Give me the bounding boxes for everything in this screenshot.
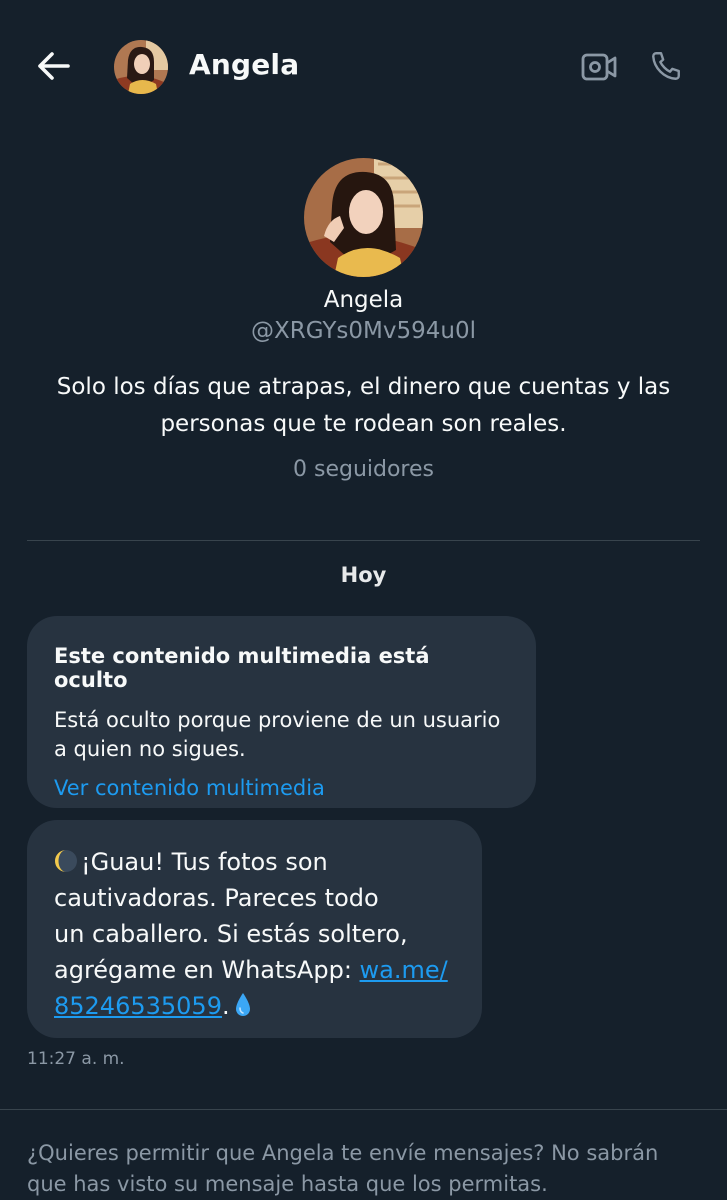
view-media-link[interactable]: Ver contenido multimedia — [54, 776, 509, 800]
avatar-image — [114, 40, 168, 94]
followers-count[interactable]: 0 seguidores — [0, 457, 727, 482]
crescent-moon-icon — [55, 850, 77, 872]
date-separator: Hoy — [340, 563, 387, 587]
message-line: ¡Guau! Tus fotos son — [81, 848, 328, 876]
header-name[interactable]: Angela — [189, 48, 299, 81]
phone-call-button[interactable] — [646, 46, 686, 86]
whatsapp-link[interactable]: wa.me/ — [360, 956, 448, 984]
message-request-prompt: ¿Quieres permitir que Angela te envíe me… — [27, 1141, 659, 1196]
request-divider — [0, 1109, 727, 1110]
droplet-icon — [235, 993, 250, 1016]
section-divider — [27, 540, 700, 541]
hidden-media-message: Este contenido multimedia está oculto Es… — [27, 616, 536, 808]
whatsapp-link-number[interactable]: 85246535059 — [54, 992, 222, 1020]
message-line: cautivadoras. Pareces todo — [54, 884, 379, 912]
message-line: un caballero. Si estás soltero, — [54, 920, 408, 948]
text-message: ¡Guau! Tus fotos son cautivadoras. Parec… — [27, 820, 482, 1038]
phone-icon — [652, 52, 680, 80]
back-button[interactable] — [34, 46, 74, 86]
message-suffix: . — [221, 992, 230, 1020]
profile-bio: Solo los días que atrapas, el dinero que… — [56, 374, 671, 437]
hidden-media-description: Está oculto porque proviene de un usuari… — [54, 708, 501, 761]
header-avatar[interactable] — [114, 40, 168, 94]
message-body: ¡Guau! Tus fotos son cautivadoras. Parec… — [54, 844, 455, 1024]
dm-conversation-screen: Angela Angela @XRGYs0Mv594u0l Solo los d… — [0, 0, 727, 1200]
avatar-image — [304, 158, 423, 277]
conversation-header: Angela — [0, 0, 727, 134]
video-call-icon — [581, 53, 617, 81]
arrow-left-icon — [38, 52, 70, 80]
message-line: agrégame en WhatsApp: — [54, 956, 360, 984]
profile-handle: @XRGYs0Mv594u0l — [250, 318, 477, 344]
hidden-media-title: Este contenido multimedia está oculto — [54, 644, 430, 692]
message-timestamp: 11:27 a. m. — [27, 1049, 125, 1069]
profile-name: Angela — [323, 287, 404, 313]
profile-avatar[interactable] — [304, 158, 423, 277]
video-call-button[interactable] — [580, 48, 618, 86]
